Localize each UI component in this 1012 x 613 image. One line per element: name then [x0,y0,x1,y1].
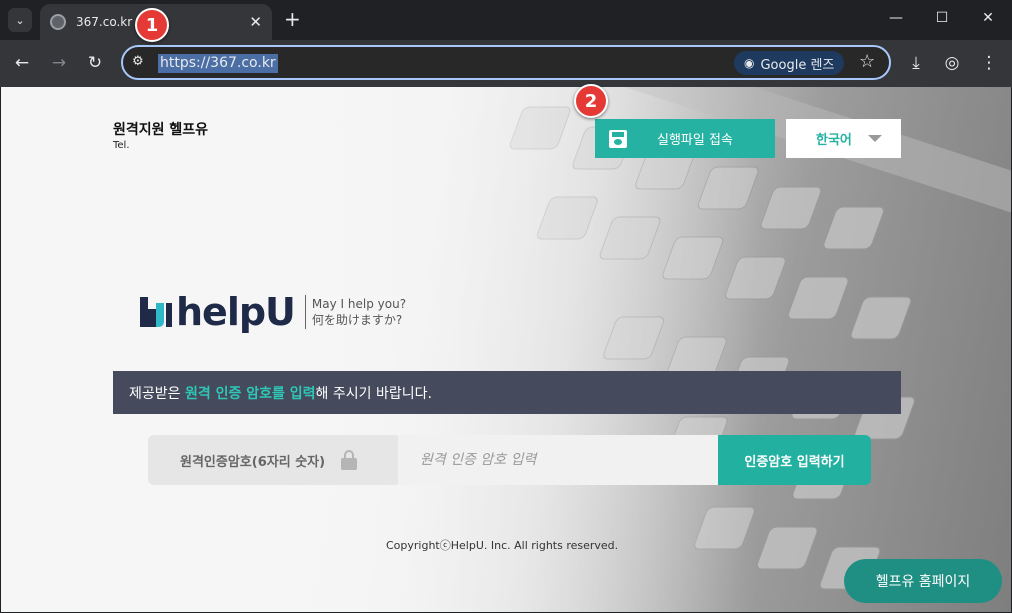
forward-icon[interactable]: → [47,52,71,74]
annotation-badge-1: 1 [135,8,169,42]
annotation-badge-2: 2 [574,84,608,118]
password-label: 원격인증암호(6자리 숫자) [180,454,326,470]
exe-connect-button[interactable]: 실행파일 접속 [595,119,775,158]
lock-icon [341,450,358,470]
maximize-icon[interactable]: ☐ [932,10,952,26]
brand-tel: Tel. [113,140,130,151]
chevron-down-icon [867,135,882,142]
helpu-homepage-button[interactable]: 헬프유 홈페이지 [844,559,1002,603]
exe-connect-label: 실행파일 접속 [657,133,733,148]
back-icon[interactable]: ← [10,52,34,74]
tagline-jp: 何を助けますか? [311,313,403,327]
copyright-text: CopyrightⓒHelpU. Inc. All rights reserve… [386,539,619,552]
banner-prefix: 제공받은 [129,385,185,402]
submit-password-button[interactable]: 인증암호 입력하기 [718,435,871,485]
tab-close-icon[interactable]: ✕ [249,13,262,31]
lens-icon: ◉ [744,56,755,70]
new-tab-button[interactable]: + [284,9,301,29]
language-select[interactable]: 한국어 [786,119,901,158]
instruction-banner: 제공받은 원격 인증 암호를 입력 해 주시기 바랍니다. [113,371,901,414]
address-bar[interactable]: ⚙ https://367.co.kr ◉ Google 렌즈 ☆ [121,45,891,80]
background-fade [1,87,1011,612]
close-window-icon[interactable]: ✕ [978,10,998,26]
helpu-logo-mark-icon [140,297,172,327]
tab-search-icon[interactable]: ⌄ [8,8,32,32]
google-lens-button[interactable]: ◉ Google 렌즈 [734,51,845,75]
brand-name: 원격지원 헬프유 [113,122,209,138]
profile-icon[interactable]: ◎ [940,52,964,74]
globe-icon [50,14,66,30]
logo-divider [304,295,306,329]
banner-suffix: 해 주시기 바랍니다. [315,385,432,402]
logo-tagline: May I help you? 何を助けますか? [312,296,406,328]
password-form: 원격인증암호(6자리 숫자) 인증암호 입력하기 [148,435,871,485]
helpu-logo: helpU May I help you? 何を助けますか? [138,293,406,331]
url-text[interactable]: https://367.co.kr [158,54,278,73]
helpu-wordmark: helpU [176,290,296,334]
minimize-icon[interactable]: — [886,10,906,26]
download-icon[interactable]: ⤓ [904,52,928,74]
banner-highlight: 원격 인증 암호를 입력 [184,385,316,402]
web-page: 원격지원 헬프유 Tel. 실행파일 접속 한국어 helpU May I he… [1,87,1011,612]
reload-icon[interactable]: ↻ [83,52,107,74]
tagline-en: May I help you? [311,297,407,311]
menu-icon[interactable]: ⋮ [977,52,1001,74]
language-label: 한국어 [816,133,852,148]
password-label-box: 원격인증암호(6자리 숫자) [148,435,398,485]
site-settings-icon[interactable]: ⚙ [132,54,144,69]
browser-toolbar: ← → ↻ ⚙ https://367.co.kr ◉ Google 렌즈 ☆ … [0,40,1012,87]
bookmark-star-icon[interactable]: ☆ [859,51,875,72]
brand-block: 원격지원 헬프유 Tel. [113,119,208,151]
save-disk-icon [609,129,627,148]
password-input[interactable] [398,435,718,485]
lens-label: Google 렌즈 [760,57,835,73]
